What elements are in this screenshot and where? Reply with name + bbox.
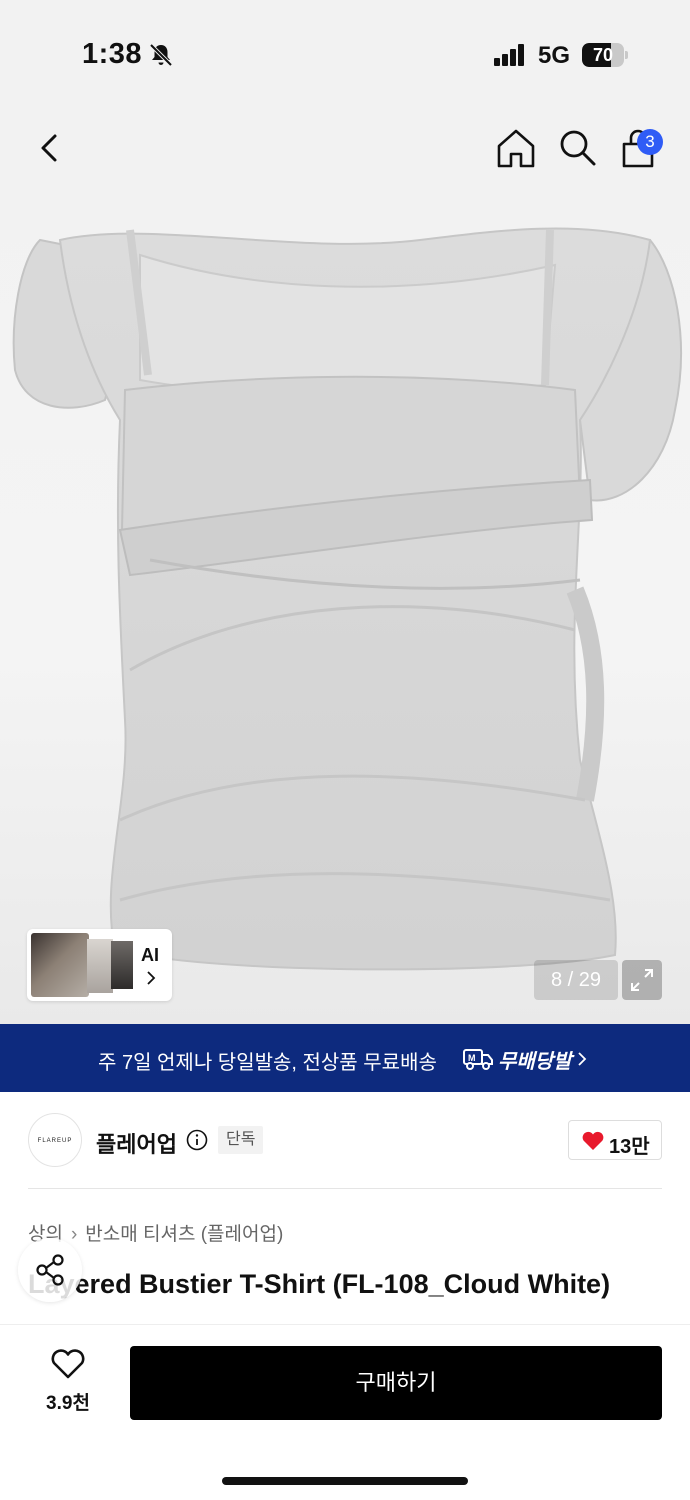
svg-text:M: M xyxy=(468,1053,476,1063)
shipping-text: 주 7일 언제나 당일발송, 전상품 무료배송 xyxy=(98,1052,437,1074)
shipping-banner[interactable]: 주 7일 언제나 당일발송, 전상품 무료배송 M 무배당발 xyxy=(0,1024,690,1092)
divider xyxy=(28,1188,662,1189)
share-icon xyxy=(36,1254,64,1286)
shipping-brand: 무배당발 xyxy=(498,1051,572,1073)
wishlist-count: 3.9천 xyxy=(46,1393,90,1414)
search-icon[interactable] xyxy=(556,126,600,170)
network-type: 5G xyxy=(538,42,571,69)
exclusive-badge: 단독 xyxy=(218,1126,264,1154)
info-icon[interactable] xyxy=(186,1129,208,1151)
ai-thumbnail xyxy=(31,933,89,997)
ai-thumbnail xyxy=(87,939,113,993)
battery-level: 70 xyxy=(592,45,614,65)
product-title: Layered Bustier T-Shirt (FL-108_Cloud Wh… xyxy=(28,1269,611,1299)
product-image[interactable] xyxy=(0,200,690,990)
expand-icon[interactable] xyxy=(622,960,662,1000)
home-icon[interactable] xyxy=(494,126,538,170)
brand-name[interactable]: 플레어업 xyxy=(96,1127,177,1159)
breadcrumb-item[interactable]: 반소매 티셔츠 (플레어업) xyxy=(85,1219,283,1246)
cellular-signal-icon xyxy=(494,44,524,66)
brand-like-button[interactable]: 13만 xyxy=(568,1120,662,1160)
brand-logo[interactable]: FLAREUP xyxy=(28,1113,82,1167)
bell-off-icon xyxy=(149,43,173,67)
heart-filled-icon xyxy=(582,1131,604,1150)
ai-label: AI xyxy=(141,945,159,965)
brand-like-count: 13만 xyxy=(609,1136,650,1158)
buy-button[interactable]: 구매하기 xyxy=(130,1346,662,1420)
delivery-truck-icon: M xyxy=(463,1049,493,1070)
chevron-right-icon: › xyxy=(70,1224,78,1245)
share-button[interactable] xyxy=(18,1238,82,1302)
status-bar: 1:38 5G 70 xyxy=(0,0,690,100)
ai-lookbook-card[interactable]: AI xyxy=(27,929,172,1001)
battery-icon: 70 xyxy=(582,43,628,67)
image-counter: 8 / 29 xyxy=(534,960,618,1000)
home-indicator xyxy=(222,1477,468,1485)
chevron-right-icon xyxy=(147,971,156,985)
ai-thumbnail xyxy=(111,941,133,989)
status-time: 1:38 xyxy=(82,38,143,70)
chevron-right-icon xyxy=(578,1052,587,1066)
cart-count-badge: 3 xyxy=(637,129,663,155)
back-icon[interactable] xyxy=(28,126,72,170)
heart-outline-icon[interactable] xyxy=(50,1348,86,1380)
